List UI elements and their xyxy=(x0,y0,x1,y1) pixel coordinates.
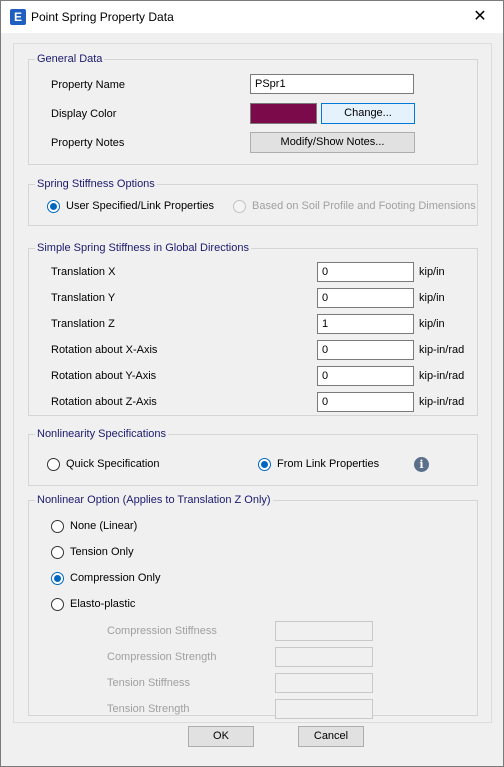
title-bar[interactable]: E Point Spring Property Data ✕ xyxy=(1,1,503,33)
nonlinearity-title: Nonlinearity Specifications xyxy=(35,428,169,441)
compression-strength-label: Compression Strength xyxy=(107,651,217,663)
tension-stiffness-input[interactable] xyxy=(275,673,373,693)
close-button[interactable]: ✕ xyxy=(457,1,503,33)
rotation-z-label: Rotation about Z-Axis xyxy=(51,396,157,408)
translation-x-input[interactable]: 0 xyxy=(317,262,414,282)
rotation-y-label: Rotation about Y-Axis xyxy=(51,370,157,382)
compression-strength-input[interactable] xyxy=(275,647,373,667)
ok-button[interactable]: OK xyxy=(188,726,254,747)
compression-only-label[interactable]: Compression Only xyxy=(70,572,160,585)
nonlinear-option-title: Nonlinear Option (Applies to Translation… xyxy=(35,494,273,507)
radio-from-link-properties[interactable] xyxy=(258,458,271,471)
close-icon: ✕ xyxy=(473,8,487,25)
cancel-button[interactable]: Cancel xyxy=(298,726,364,747)
rotation-y-input[interactable]: 0 xyxy=(317,366,414,386)
translation-z-input[interactable]: 1 xyxy=(317,314,414,334)
app-icon: E xyxy=(10,9,26,25)
radio-elasto-plastic[interactable] xyxy=(51,598,64,611)
global-stiffness-title: Simple Spring Stiffness in Global Direct… xyxy=(35,242,251,255)
translation-y-input[interactable]: 0 xyxy=(317,288,414,308)
stiffness-options-title: Spring Stiffness Options xyxy=(35,178,157,191)
property-notes-label: Property Notes xyxy=(51,137,125,149)
from-link-properties-label[interactable]: From Link Properties xyxy=(277,458,379,471)
soil-profile-label[interactable]: Based on Soil Profile and Footing Dimens… xyxy=(252,200,476,213)
translation-y-label: Translation Y xyxy=(51,292,116,304)
rotation-z-unit: kip-in/rad xyxy=(419,396,465,408)
tension-stiffness-label: Tension Stiffness xyxy=(107,677,190,689)
radio-user-specified[interactable] xyxy=(47,200,60,213)
window-title: Point Spring Property Data xyxy=(31,10,174,24)
radio-none-linear[interactable] xyxy=(51,520,64,533)
radio-compression-only[interactable] xyxy=(51,572,64,585)
general-data-group: General Data Property Name PSpr1 Display… xyxy=(28,53,478,165)
dialog-window: E Point Spring Property Data ✕ General D… xyxy=(0,0,504,767)
translation-x-unit: kip/in xyxy=(419,266,445,278)
property-name-label: Property Name xyxy=(51,79,125,91)
compression-stiffness-label: Compression Stiffness xyxy=(107,625,217,637)
global-stiffness-group: Simple Spring Stiffness in Global Direct… xyxy=(28,242,478,416)
change-color-button[interactable]: Change... xyxy=(321,103,415,124)
info-icon[interactable]: i xyxy=(414,457,429,472)
none-linear-label[interactable]: None (Linear) xyxy=(70,520,137,533)
translation-z-label: Translation Z xyxy=(51,318,115,330)
tension-strength-label: Tension Strength xyxy=(107,703,190,715)
nonlinear-option-group: Nonlinear Option (Applies to Translation… xyxy=(28,494,478,719)
elasto-plastic-label[interactable]: Elasto-plastic xyxy=(70,598,135,611)
radio-tension-only[interactable] xyxy=(51,546,64,559)
translation-y-unit: kip/in xyxy=(419,292,445,304)
tension-strength-input[interactable] xyxy=(275,699,373,719)
nonlinearity-group: Nonlinearity Specifications Quick Specif… xyxy=(28,428,478,486)
display-color-label: Display Color xyxy=(51,108,117,120)
rotation-x-unit: kip-in/rad xyxy=(419,344,465,356)
rotation-x-input[interactable]: 0 xyxy=(317,340,414,360)
user-specified-label[interactable]: User Specified/Link Properties xyxy=(66,200,214,213)
property-name-input[interactable]: PSpr1 xyxy=(250,74,414,94)
stiffness-options-group: Spring Stiffness Options User Specified/… xyxy=(28,178,478,226)
rotation-z-input[interactable]: 0 xyxy=(317,392,414,412)
translation-z-unit: kip/in xyxy=(419,318,445,330)
tension-only-label[interactable]: Tension Only xyxy=(70,546,134,559)
display-color-swatch xyxy=(250,103,317,124)
rotation-y-unit: kip-in/rad xyxy=(419,370,465,382)
quick-specification-label[interactable]: Quick Specification xyxy=(66,458,160,471)
compression-stiffness-input[interactable] xyxy=(275,621,373,641)
general-data-title: General Data xyxy=(35,53,105,66)
rotation-x-label: Rotation about X-Axis xyxy=(51,344,158,356)
translation-x-label: Translation X xyxy=(51,266,116,278)
outer-frame: General Data Property Name PSpr1 Display… xyxy=(13,43,492,723)
modify-notes-button[interactable]: Modify/Show Notes... xyxy=(250,132,415,153)
radio-soil-profile[interactable] xyxy=(233,200,246,213)
radio-quick-specification[interactable] xyxy=(47,458,60,471)
dialog-client: General Data Property Name PSpr1 Display… xyxy=(1,33,503,766)
